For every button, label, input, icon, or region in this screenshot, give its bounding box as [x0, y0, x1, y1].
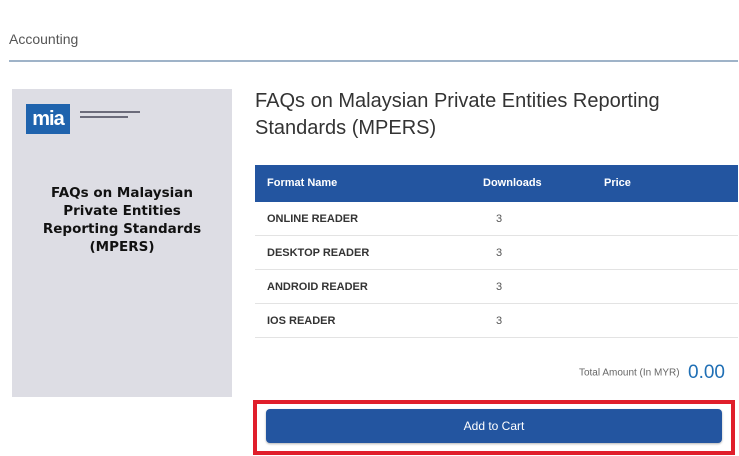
- table-row[interactable]: DESKTOP READER 3: [255, 236, 738, 270]
- book-cover: mia FAQs on Malaysian Private Entities R…: [12, 89, 232, 397]
- download-count: 3: [496, 281, 503, 293]
- table-row[interactable]: ANDROID READER 3: [255, 270, 738, 304]
- download-count: 3: [496, 315, 503, 327]
- cover-title: FAQs on Malaysian Private Entities Repor…: [12, 184, 232, 256]
- category-label: Accounting: [9, 31, 79, 47]
- download-count: 3: [496, 213, 503, 225]
- section-divider: [9, 60, 738, 62]
- table-header: Format Name Downloads Price: [255, 165, 738, 202]
- format-name: DESKTOP READER: [267, 247, 370, 259]
- total-label: Total Amount (In MYR): [578, 367, 680, 379]
- header-format-name: Format Name: [267, 177, 338, 189]
- table-row[interactable]: IOS READER 3: [255, 304, 738, 338]
- download-count: 3: [496, 247, 503, 259]
- mia-logo: mia: [26, 104, 70, 134]
- format-table: Format Name Downloads Price ONLINE READE…: [255, 165, 738, 338]
- cover-title-line: Private Entities: [63, 203, 181, 219]
- format-name: ANDROID READER: [267, 281, 368, 293]
- format-name: IOS READER: [267, 315, 336, 327]
- cover-title-line: FAQs on Malaysian: [51, 185, 193, 201]
- logo-caption: [80, 111, 140, 121]
- format-name: ONLINE READER: [267, 213, 359, 225]
- table-row[interactable]: ONLINE READER 3: [255, 202, 738, 236]
- cover-title-line: (MPERS): [89, 239, 155, 255]
- cover-title-line: Reporting Standards: [42, 221, 202, 237]
- total-value: 0.00: [688, 362, 725, 383]
- header-downloads: Downloads: [483, 177, 542, 189]
- product-title: FAQs on Malaysian Private Entities Repor…: [255, 90, 660, 139]
- header-price: Price: [604, 177, 631, 189]
- total-amount: Total Amount (In MYR) 0.00: [255, 362, 725, 384]
- add-to-cart-button[interactable]: Add to Cart: [266, 409, 722, 443]
